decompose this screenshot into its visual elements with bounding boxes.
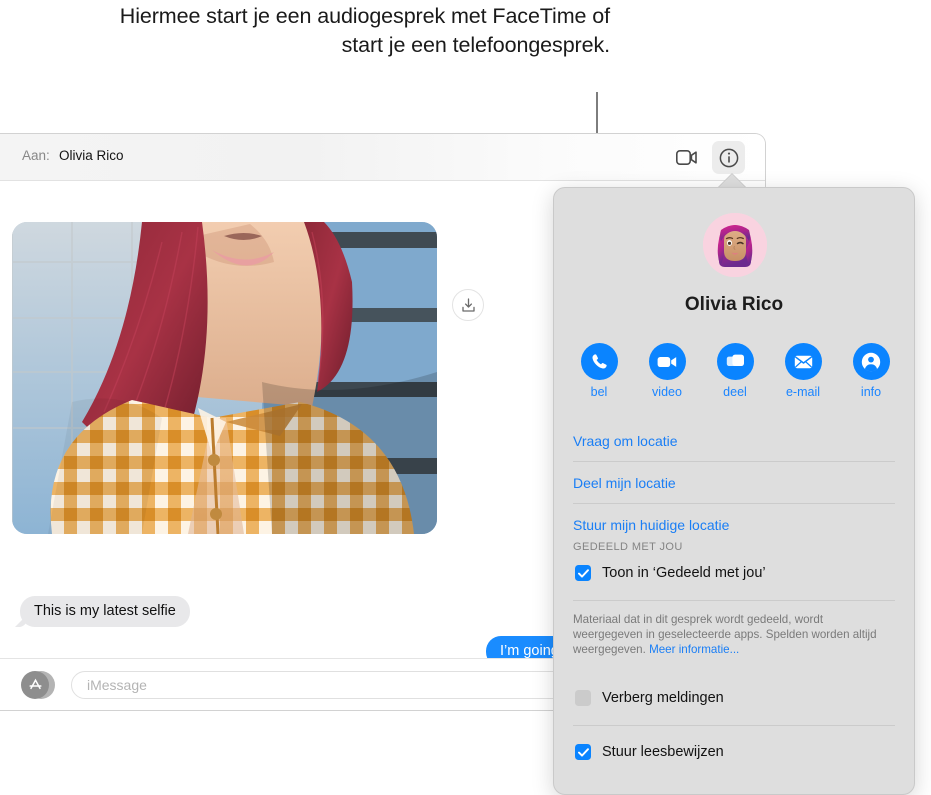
action-video[interactable]: video <box>640 343 694 399</box>
incoming-message-bubble[interactable]: This is my latest selfie <box>20 596 190 627</box>
recipient-label: Aan: <box>22 148 50 163</box>
action-deel[interactable]: deel <box>708 343 762 399</box>
save-photo-button[interactable] <box>452 289 484 321</box>
send-read-receipts-row[interactable]: Stuur leesbewijzen <box>554 738 914 767</box>
facetime-video-button[interactable] <box>670 141 703 174</box>
app-store-glyph <box>28 678 42 690</box>
popover-options-list: Vraag om locatie Deel mijn locatie Stuur… <box>554 420 914 767</box>
quick-actions-row: bel video deel e-mail info <box>572 343 898 399</box>
memoji-avatar <box>703 213 767 277</box>
popover-contact-name: Olivia Rico <box>684 294 784 315</box>
popover-pointer <box>718 174 746 188</box>
app-store-icon <box>21 670 49 699</box>
action-label: e-mail <box>785 385 821 399</box>
person-icon-circle <box>852 343 890 380</box>
phone-icon <box>592 354 607 369</box>
download-to-tray-icon <box>461 297 475 312</box>
action-label: video <box>652 385 682 399</box>
screen-share-icon <box>726 354 744 366</box>
checkbox-checked-icon[interactable] <box>575 565 591 581</box>
action-info[interactable]: info <box>844 343 898 399</box>
request-location-item[interactable]: Vraag om locatie <box>554 420 914 461</box>
more-info-link[interactable]: Meer informatie... <box>649 643 739 656</box>
share-location-item[interactable]: Deel mijn locatie <box>554 462 914 503</box>
checkbox-label: Stuur leesbewijzen <box>602 744 724 760</box>
checkmark-icon <box>577 568 589 578</box>
video-camera-icon <box>676 150 697 165</box>
recipient-name[interactable]: Olivia Rico <box>59 148 124 163</box>
phone-icon-circle <box>580 343 618 380</box>
share-icon-circle <box>716 343 754 380</box>
action-label: deel <box>723 385 747 399</box>
conversation-info-button[interactable] <box>712 141 745 174</box>
hide-alerts-row[interactable]: Verberg meldingen <box>554 684 914 713</box>
shared-with-you-header: GEDEELD MET JOU <box>573 541 683 553</box>
checkbox-unchecked-icon[interactable] <box>575 690 591 706</box>
send-current-location-item[interactable]: Stuur mijn huidige locatie <box>554 504 914 539</box>
checkbox-label: Toon in ‘Gedeeld met jou’ <box>602 565 766 581</box>
checkmark-icon <box>577 747 589 757</box>
show-in-shared-with-you-row[interactable]: Toon in ‘Gedeeld met jou’ <box>554 559 914 588</box>
video-camera-icon <box>657 356 677 367</box>
contact-info-popover: Olivia Rico bel video deel e-mail info V… <box>553 187 915 795</box>
checkbox-label: Verberg meldingen <box>602 690 724 706</box>
screenshot-root: Hiermee start je een audiogesprek met Fa… <box>0 0 931 795</box>
action-bel[interactable]: bel <box>572 343 626 399</box>
selfie-photo[interactable] <box>12 222 437 534</box>
shared-with-you-description: Materiaal dat in dit gesprek wordt gedee… <box>554 601 914 657</box>
messages-toolbar: Aan: Olivia Rico <box>0 134 765 181</box>
apps-button[interactable] <box>21 670 57 699</box>
callout-caption: Hiermee start je een audiogesprek met Fa… <box>119 4 610 57</box>
envelope-icon <box>794 355 812 368</box>
envelope-icon-circle <box>784 343 822 380</box>
photo-illustration <box>12 222 437 534</box>
avatar[interactable] <box>703 213 767 277</box>
video-icon-circle <box>648 343 686 380</box>
checkbox-checked-icon[interactable] <box>575 744 591 760</box>
action-label: bel <box>590 385 608 399</box>
info-circle-icon <box>719 148 738 167</box>
action-email[interactable]: e-mail <box>776 343 830 399</box>
person-circle-icon <box>861 352 881 371</box>
action-label: info <box>860 385 882 399</box>
